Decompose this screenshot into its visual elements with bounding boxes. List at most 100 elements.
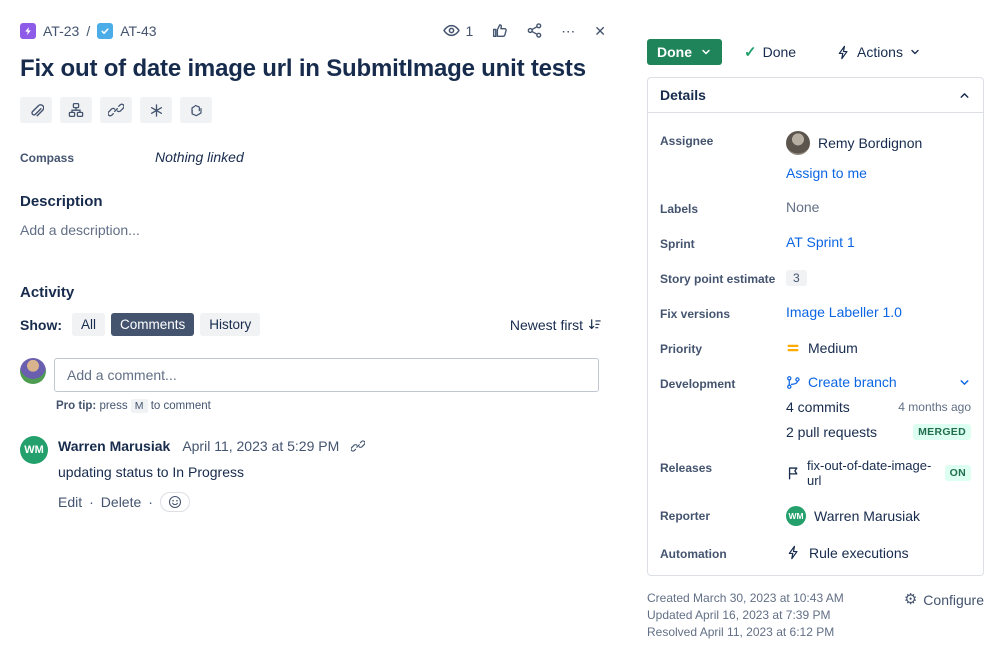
pull-requests-link[interactable]: 2 pull requests <box>786 424 877 440</box>
chevron-down-icon <box>911 49 919 55</box>
loop-button[interactable] <box>180 97 212 123</box>
development-expand-button[interactable] <box>958 376 971 389</box>
link-icon <box>108 103 124 117</box>
like-button[interactable] <box>491 22 508 39</box>
status-dropdown-button[interactable]: Done <box>647 39 722 65</box>
releases-label: Releases <box>660 461 713 475</box>
gear-icon: ⚙ <box>903 591 918 608</box>
activity-heading: Activity <box>20 284 75 301</box>
actions-dropdown-button[interactable]: Actions <box>836 44 921 60</box>
create-branch-label: Create branch <box>808 374 897 390</box>
development-field: Development Create branch 4 commits 4 mo… <box>660 374 971 440</box>
eye-icon <box>443 24 461 37</box>
issue-view: AT-23 / AT-43 1 ⋯ ✕ Fix out of date imag… <box>0 0 998 656</box>
more-actions-button[interactable]: ⋯ <box>561 24 576 38</box>
breadcrumb: AT-23 / AT-43 1 ⋯ ✕ <box>20 22 620 39</box>
sprint-link[interactable]: AT Sprint 1 <box>786 234 855 250</box>
sort-descending-icon <box>589 319 601 330</box>
comment-text: updating status to In Progress <box>58 464 244 480</box>
story-points-field: Story point estimate 3 <box>660 269 971 286</box>
development-label: Development <box>660 377 736 391</box>
priority-label: Priority <box>660 342 703 356</box>
pro-tip-prefix: Pro tip: <box>56 400 97 412</box>
edit-comment-button[interactable]: Edit <box>58 494 82 510</box>
commits-link[interactable]: 4 commits <box>786 399 850 415</box>
sort-label: Newest first <box>509 316 583 333</box>
comment-timestamp[interactable]: April 11, 2023 at 5:29 PM <box>182 438 339 454</box>
lightning-icon <box>838 45 848 59</box>
rule-executions-link: Rule executions <box>809 544 909 561</box>
comment-permalink-icon[interactable] <box>351 439 366 453</box>
create-branch-row: Create branch <box>786 374 971 390</box>
delete-comment-button[interactable]: Delete <box>101 494 141 510</box>
assignee-value[interactable]: Remy Bordignon <box>786 131 971 155</box>
current-user-avatar[interactable] <box>20 358 46 384</box>
priority-field: Priority Medium <box>660 339 971 357</box>
tab-comments[interactable]: Comments <box>111 313 195 336</box>
chevron-down-icon <box>702 49 710 55</box>
close-icon[interactable]: ✕ <box>594 24 606 38</box>
link-issue-button[interactable] <box>100 97 132 123</box>
page-title: Fix out of date image url in SubmitImage… <box>20 55 586 82</box>
separator-dot: · <box>89 494 94 510</box>
fix-versions-link[interactable]: Image Labeller 1.0 <box>786 304 902 320</box>
resolution-indicator: ✓ Done <box>744 43 796 61</box>
breadcrumb-current-link[interactable]: AT-43 <box>120 23 156 39</box>
create-branch-button[interactable]: Create branch <box>786 374 897 390</box>
reporter-avatar: WM <box>786 506 806 526</box>
updated-timestamp: Updated April 16, 2023 at 7:39 PM <box>647 608 831 622</box>
releases-value[interactable]: fix-out-of-date-image-url ON <box>786 458 971 488</box>
configure-button[interactable]: ⚙ Configure <box>904 590 984 641</box>
labels-label: Labels <box>660 202 699 216</box>
comment-author-name[interactable]: Warren Marusiak <box>58 438 170 454</box>
story-points-value[interactable]: 3 <box>786 270 807 286</box>
comment-input[interactable] <box>54 358 599 392</box>
reporter-label: Reporter <box>660 509 711 523</box>
show-label: Show: <box>20 316 62 333</box>
priority-medium-icon <box>786 341 800 355</box>
actions-label: Actions <box>857 44 903 60</box>
share-button[interactable] <box>526 22 543 39</box>
epic-icon <box>20 22 36 39</box>
breadcrumb-parent-link[interactable]: AT-23 <box>43 23 79 39</box>
watch-button[interactable]: 1 <box>443 22 473 39</box>
story-points-label: Story point estimate <box>660 272 776 286</box>
tab-all[interactable]: All <box>72 313 106 336</box>
reporter-field: Reporter WM Warren Marusiak <box>660 506 971 526</box>
details-panel: Details Assignee Remy Bordignon Assign t… <box>647 77 984 576</box>
quick-add-toolbar <box>20 97 620 123</box>
reporter-value[interactable]: WM Warren Marusiak <box>786 506 971 526</box>
side-column: Done ✓ Done Actions Details Assignee Rem… <box>647 0 984 656</box>
add-apps-button[interactable] <box>140 97 172 123</box>
commits-age: 4 months ago <box>898 400 971 414</box>
add-reaction-button[interactable] <box>159 492 190 512</box>
compass-value[interactable]: Nothing linked <box>155 149 244 165</box>
reporter-name: Warren Marusiak <box>814 508 921 524</box>
attach-button[interactable] <box>20 97 52 123</box>
labels-value[interactable]: None <box>786 199 971 216</box>
tab-history[interactable]: History <box>200 313 261 336</box>
sort-order-button[interactable]: Newest first <box>510 317 602 333</box>
comment-meta: Warren Marusiak April 11, 2023 at 5:29 P… <box>58 438 366 454</box>
assignee-label: Assignee <box>660 134 714 148</box>
details-panel-header[interactable]: Details <box>648 78 983 113</box>
created-timestamp: Created March 30, 2023 at 10:43 AM <box>647 591 844 605</box>
chevron-down-icon <box>960 379 969 385</box>
pr-status-badge: MERGED <box>913 424 971 440</box>
add-child-issue-button[interactable] <box>60 97 92 123</box>
main-column: AT-23 / AT-43 1 ⋯ ✕ Fix out of date imag… <box>0 0 620 656</box>
feature-flag-on-badge: ON <box>944 465 971 481</box>
description-placeholder[interactable]: Add a description... <box>20 222 620 238</box>
description-heading: Description <box>20 193 103 210</box>
automation-value[interactable]: Rule executions <box>786 544 971 561</box>
pull-requests-row: 2 pull requests MERGED <box>786 424 971 440</box>
assign-to-me-link[interactable]: Assign to me <box>786 165 867 181</box>
lightning-icon <box>788 545 798 560</box>
labels-field: Labels None <box>660 199 971 216</box>
comment-author-avatar[interactable]: WM <box>20 436 48 464</box>
flag-icon <box>788 466 798 479</box>
automation-field: Automation Rule executions <box>660 544 971 562</box>
status-row: Done ✓ Done Actions <box>647 39 984 65</box>
priority-value[interactable]: Medium <box>786 339 971 356</box>
status-label: Done <box>657 44 692 60</box>
